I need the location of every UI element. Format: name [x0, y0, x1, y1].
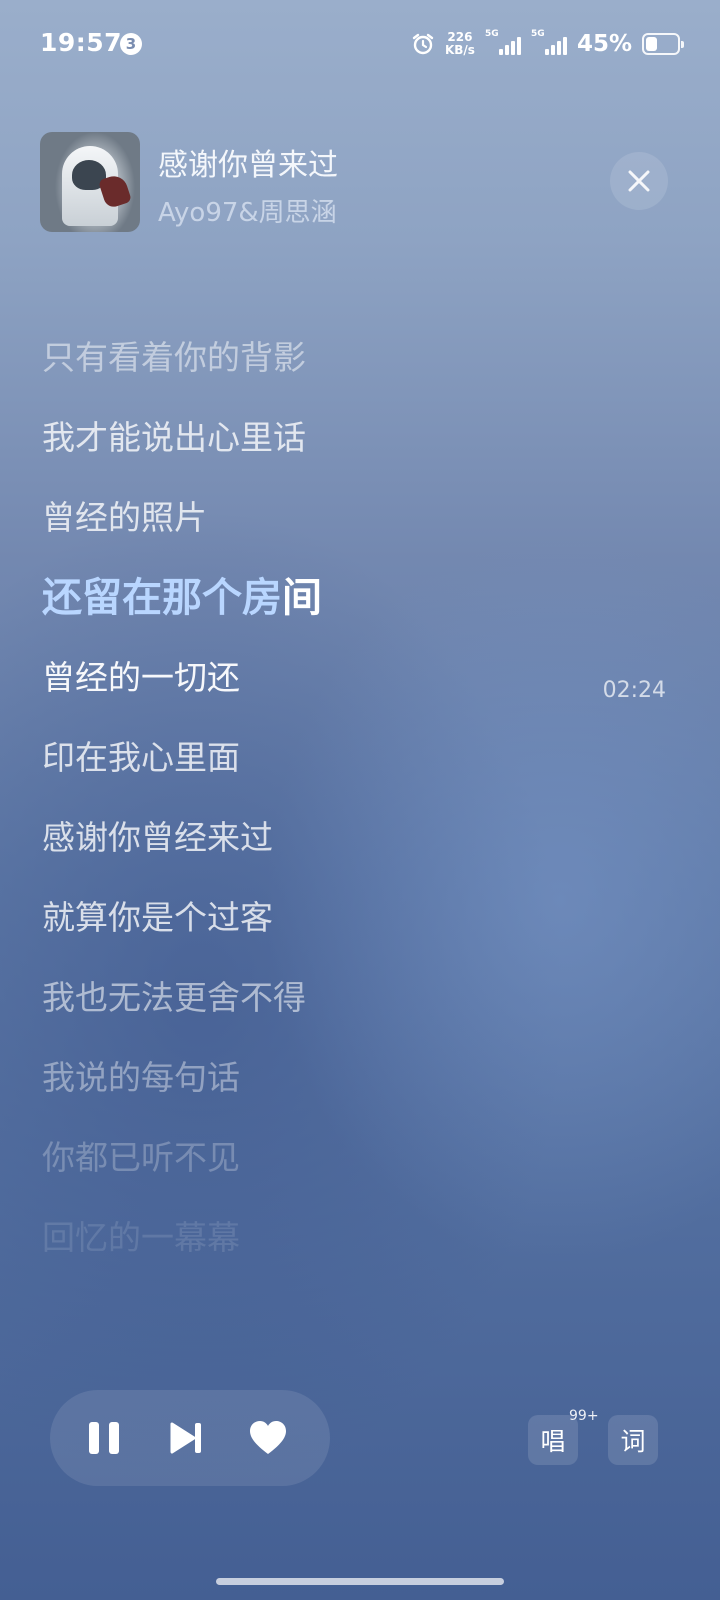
alarm-icon — [412, 33, 434, 55]
lyric-line-active[interactable]: 还留在那个房间 — [42, 570, 602, 650]
lyric-line[interactable]: 我才能说出心里话 — [42, 410, 602, 490]
lyrics-toggle-label: 词 — [620, 1427, 646, 1456]
status-icons: 226 KB/s 5G 5G 45% — [411, 28, 684, 60]
like-button[interactable] — [248, 1418, 288, 1458]
network-speed: 226 KB/s — [445, 31, 475, 57]
signal-sim1-icon: 5G — [485, 29, 521, 55]
notification-count-badge: 3 — [120, 33, 142, 55]
sim2-network-type: 5G — [530, 29, 545, 39]
lyric-sung-part: 还留在那个房 — [42, 575, 282, 621]
network-speed-unit: KB/s — [444, 43, 475, 57]
lyric-line[interactable]: 曾经的照片 — [42, 490, 602, 570]
lyric-timestamp: 02:24 — [602, 678, 666, 703]
close-button[interactable] — [610, 152, 668, 210]
lyric-line[interactable]: 我也无法更舍不得 — [42, 970, 602, 1050]
lyric-line[interactable]: 我说的每句话 — [42, 1050, 602, 1130]
status-bar: 19:57 3 226 KB/s 5G 5G 45% — [0, 0, 720, 90]
lyric-line[interactable]: 印在我心里面 — [42, 730, 602, 810]
lyric-line[interactable]: 曾经的一切还 — [42, 650, 602, 730]
signal-sim2-icon: 5G — [531, 29, 567, 55]
battery-percent: 45% — [576, 31, 632, 57]
lyrics-view[interactable]: 只有看着你的背影 我才能说出心里话 曾经的照片 还留在那个房间 曾经的一切还 印… — [42, 330, 602, 1290]
lyric-line[interactable]: 就算你是个过客 — [42, 890, 602, 970]
next-track-icon — [170, 1422, 201, 1454]
lyric-line[interactable]: 回忆的一幕幕 — [42, 1210, 602, 1290]
song-artist[interactable]: Ayo97&周思涵 — [158, 192, 337, 229]
sing-count-badge: 99+ — [569, 1408, 599, 1424]
sing-label: 唱 — [540, 1427, 566, 1456]
lyric-line[interactable]: 只有看着你的背影 — [42, 330, 602, 410]
battery-icon — [642, 33, 684, 55]
pause-icon — [89, 1422, 119, 1454]
heart-icon — [250, 1421, 286, 1454]
lyric-unsung-part: 间 — [282, 575, 322, 621]
sim1-network-type: 5G — [484, 29, 499, 39]
lyrics-toggle-button[interactable]: 词 — [608, 1415, 658, 1465]
close-icon — [628, 170, 650, 192]
clock: 19:57 — [40, 28, 123, 57]
song-title: 感谢你曾来过 — [158, 148, 338, 183]
pause-button[interactable] — [84, 1418, 124, 1458]
next-track-button[interactable] — [166, 1418, 206, 1458]
lyric-line[interactable]: 感谢你曾经来过 — [42, 810, 602, 890]
home-indicator[interactable] — [216, 1578, 504, 1585]
lyric-line[interactable]: 你都已听不见 — [42, 1130, 602, 1210]
album-cover[interactable] — [40, 132, 140, 232]
